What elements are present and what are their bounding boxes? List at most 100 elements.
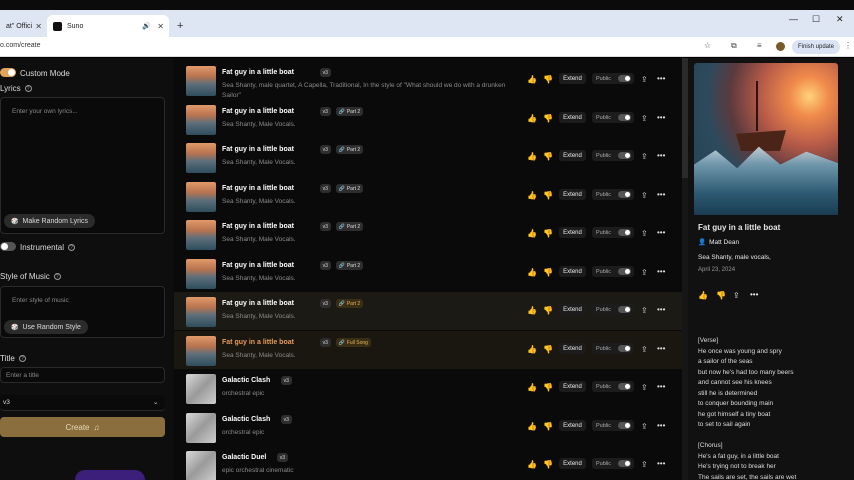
song-thumbnail[interactable] <box>186 66 216 96</box>
share-icon[interactable]: ⇪ <box>641 383 648 392</box>
star-icon[interactable]: ☆ <box>704 41 711 50</box>
title-input[interactable]: Enter a title <box>0 367 165 383</box>
public-toggle[interactable]: Public <box>592 266 634 277</box>
like-icon[interactable]: 👍 <box>527 229 537 238</box>
share-icon[interactable]: ⇪ <box>641 422 648 431</box>
song-thumbnail[interactable] <box>186 336 216 366</box>
profile-avatar[interactable] <box>776 42 785 51</box>
lyrics-input[interactable]: Enter your own lyrics... 🎲 Make Random L… <box>0 97 165 234</box>
public-toggle[interactable]: Public <box>592 458 634 469</box>
like-icon[interactable]: 👍 <box>527 268 537 277</box>
public-toggle[interactable]: Public <box>592 304 634 315</box>
like-icon[interactable]: 👍 <box>527 345 537 354</box>
extend-button[interactable]: Extend <box>559 304 586 315</box>
public-switch[interactable] <box>618 383 631 390</box>
more-icon[interactable]: ••• <box>657 382 665 391</box>
more-icon[interactable]: ⋮ <box>844 41 852 50</box>
more-icon[interactable]: ••• <box>657 113 665 122</box>
media-icon[interactable]: ≡ <box>757 41 762 50</box>
share-icon[interactable]: ⇪ <box>641 191 648 200</box>
more-icon[interactable]: ••• <box>657 344 665 353</box>
more-icon[interactable]: ••• <box>657 421 665 430</box>
new-tab-button[interactable]: + <box>177 15 183 37</box>
dislike-icon[interactable]: 👎 <box>543 191 553 200</box>
share-icon[interactable]: ⇪ <box>641 306 648 315</box>
public-toggle[interactable]: Public <box>592 343 634 354</box>
share-icon[interactable]: ⇪ <box>641 75 648 84</box>
song-row[interactable]: Fat guy in a little boat v3 🔗 Full Song Sea … <box>174 331 682 369</box>
more-icon[interactable]: ••• <box>657 190 665 199</box>
detail-more-icon[interactable]: ••• <box>750 290 758 299</box>
song-thumbnail[interactable] <box>186 220 216 250</box>
dislike-icon[interactable]: 👎 <box>543 268 553 277</box>
song-thumbnail[interactable] <box>186 451 216 480</box>
detail-dislike-icon[interactable]: 👎 <box>716 291 726 300</box>
model-select[interactable]: v3 ⌄ <box>0 395 165 411</box>
song-row[interactable]: Fat guy in a little boat v3 🔗 Part 2 Sea Sha… <box>174 254 682 292</box>
speaker-icon[interactable]: 🔊 <box>142 22 151 30</box>
extend-button[interactable]: Extend <box>559 420 586 431</box>
public-switch[interactable] <box>618 422 631 429</box>
public-toggle[interactable]: Public <box>592 420 634 431</box>
dislike-icon[interactable]: 👎 <box>543 152 553 161</box>
song-title[interactable]: Galactic Duel <box>222 454 266 461</box>
make-random-lyrics-button[interactable]: 🎲 Make Random Lyrics <box>4 214 95 228</box>
finish-update-button[interactable]: Finish update <box>792 40 840 54</box>
extend-button[interactable]: Extend <box>559 150 586 161</box>
more-icon[interactable]: ••• <box>657 459 665 468</box>
song-row[interactable]: Galactic Duel v3 epic orchestral cinematic… <box>174 446 682 480</box>
more-icon[interactable]: ••• <box>657 267 665 276</box>
song-thumbnail[interactable] <box>186 259 216 289</box>
song-title[interactable]: Fat guy in a little boat <box>222 185 294 192</box>
public-toggle[interactable]: Public <box>592 112 634 123</box>
detail-artist[interactable]: 👤 Matt Dean <box>698 238 739 246</box>
instrumental-toggle[interactable] <box>0 242 16 251</box>
song-row[interactable]: Fat guy in a little boat v3 🔗 Part 2 Sea Sha… <box>174 292 682 330</box>
extend-button[interactable]: Extend <box>559 266 586 277</box>
dislike-icon[interactable]: 👎 <box>543 460 553 469</box>
extend-button[interactable]: Extend <box>559 458 586 469</box>
song-title[interactable]: Fat guy in a little boat <box>222 223 294 230</box>
dislike-icon[interactable]: 👎 <box>543 345 553 354</box>
share-icon[interactable]: ⇪ <box>641 114 648 123</box>
public-switch[interactable] <box>618 114 631 121</box>
dislike-icon[interactable]: 👎 <box>543 422 553 431</box>
promo-pill[interactable] <box>75 470 145 480</box>
song-title[interactable]: Fat guy in a little boat <box>222 300 294 307</box>
public-switch[interactable] <box>618 306 631 313</box>
like-icon[interactable]: 👍 <box>527 75 537 84</box>
song-title[interactable]: Fat guy in a little boat <box>222 108 294 115</box>
song-row[interactable]: Fat guy in a little boat v3 Sea Shanty, ma… <box>174 61 682 99</box>
extend-button[interactable]: Extend <box>559 227 586 238</box>
public-switch[interactable] <box>618 229 631 236</box>
public-switch[interactable] <box>618 191 631 198</box>
song-thumbnail[interactable] <box>186 413 216 443</box>
song-thumbnail[interactable] <box>186 374 216 404</box>
more-icon[interactable]: ••• <box>657 228 665 237</box>
share-icon[interactable]: ⇪ <box>641 345 648 354</box>
like-icon[interactable]: 👍 <box>527 306 537 315</box>
tab-suno[interactable]: Suno 🔊 ✕ <box>47 15 169 37</box>
more-icon[interactable]: ••• <box>657 305 665 314</box>
dislike-icon[interactable]: 👎 <box>543 114 553 123</box>
public-switch[interactable] <box>618 268 631 275</box>
share-icon[interactable]: ⇪ <box>641 460 648 469</box>
song-row[interactable]: Fat guy in a little boat v3 🔗 Part 2 Sea Sha… <box>174 100 682 138</box>
close-window-icon[interactable]: ✕ <box>836 14 844 25</box>
custom-mode-toggle[interactable] <box>0 68 16 77</box>
like-icon[interactable]: 👍 <box>527 460 537 469</box>
minimize-icon[interactable]: — <box>789 14 798 24</box>
song-thumbnail[interactable] <box>186 143 216 173</box>
dislike-icon[interactable]: 👎 <box>543 229 553 238</box>
create-button[interactable]: Create ♫ <box>0 417 165 437</box>
close-icon[interactable]: ✕ <box>35 22 42 31</box>
more-icon[interactable]: ••• <box>657 151 665 160</box>
share-icon[interactable]: ⇪ <box>641 229 648 238</box>
song-row[interactable]: Galactic Clash v3 orchestral epic 👍 👎 Extend P… <box>174 369 682 407</box>
song-title[interactable]: Fat guy in a little boat <box>222 339 294 346</box>
like-icon[interactable]: 👍 <box>527 152 537 161</box>
like-icon[interactable]: 👍 <box>527 383 537 392</box>
song-title[interactable]: Galactic Clash <box>222 377 270 384</box>
extend-button[interactable]: Extend <box>559 189 586 200</box>
use-random-style-button[interactable]: 🎲 Use Random Style <box>4 320 88 334</box>
